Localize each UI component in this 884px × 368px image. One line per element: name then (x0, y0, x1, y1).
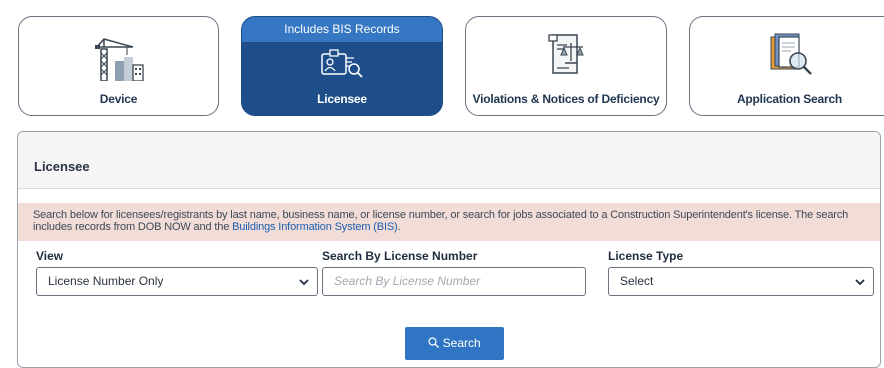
license-number-label: Search By License Number (322, 249, 478, 263)
notice-end: . (397, 221, 401, 233)
licensee-search-panel: Licensee Search below for licensees/regi… (17, 131, 881, 368)
tile-licensee[interactable]: Includes BIS Records Licensee (241, 16, 443, 116)
bis-link[interactable]: Buildings Information System (BIS) (232, 221, 398, 233)
tile-device[interactable]: Device (18, 16, 219, 116)
chevron-down-icon (855, 279, 865, 286)
search-button-label: Search (442, 336, 481, 350)
crane-building-icon (93, 35, 145, 86)
tile-label: Licensee (317, 92, 367, 106)
search-icon (428, 337, 440, 348)
license-number-input[interactable]: Search By License Number (322, 267, 586, 296)
license-type-value: Select (620, 274, 654, 288)
tile-application-search[interactable]: Application Search (689, 16, 884, 116)
tile-label: Device (99, 92, 138, 106)
scales-document-icon (543, 31, 589, 82)
tile-label: Application Search (736, 92, 843, 106)
tile-violations[interactable]: Violations & Notices of Deficiency (465, 16, 667, 116)
view-select[interactable]: License Number Only (36, 267, 318, 296)
view-label: View (36, 249, 64, 263)
notice-text: Search below for licensees/registrants b… (33, 209, 849, 233)
view-select-value: License Number Only (48, 274, 164, 288)
panel-title: Licensee (18, 132, 880, 189)
id-card-search-icon (320, 48, 364, 87)
search-button[interactable]: Search (405, 327, 504, 360)
tile-label: Violations & Notices of Deficiency (472, 92, 660, 106)
search-notice: Search below for licensees/registrants b… (18, 203, 880, 241)
bis-records-banner: Includes BIS Records (242, 17, 442, 42)
application-search-icon (765, 31, 815, 84)
license-type-label: License Type (608, 249, 684, 263)
chevron-down-icon (299, 279, 309, 286)
license-type-select[interactable]: Select (608, 267, 874, 296)
